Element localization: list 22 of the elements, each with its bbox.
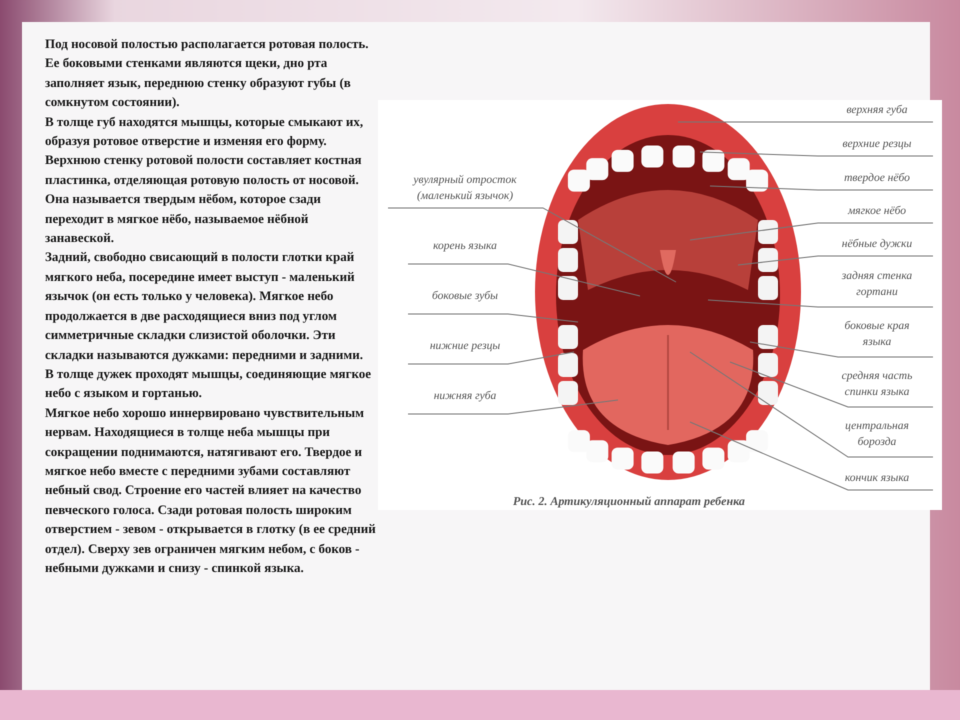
diagram-label: твердое нёбо	[843, 171, 911, 186]
body-paragraph: Под носовой полостью располагается ротовая полость. Ее боковыми стенками являются щеки, дно рта заполняет язык, переднюю стенку образуют губы (в сомкнутом состоянии).	[45, 35, 370, 112]
diagram-label: мягкое нёбо	[846, 204, 908, 219]
diagram-label: боковые края языка	[843, 319, 911, 350]
body-paragraph: Мягкое небо хорошо иннервировано чувствительным нервам. Находящиеся в толще неба мышцы при сокращении поднимаются, натягивают его. Твердое и мягкое небо вместе с передними зубами составляют небный свод. Строение его частей влияет на качество певческого голоса. Сзади ротовая полость широким отверстием - зевом - открывается в глотку (в ее средний отдел). Сверху зев ограничен мягким небом, с боков - небными дужками и снизу - спинкой языка.	[45, 404, 376, 577]
diagram-label: задняя стенка гортани	[840, 269, 914, 300]
diagram-label: верхние резцы	[842, 137, 912, 152]
body-paragraph: Верхнюю стенку ротовой полости составляет костная пластинка, отделяющая ротовую полость от носовой. Она называется твердым нёбом, которое сзади переходит в мягкое нёбо, называемое нёбной занавеской.	[45, 151, 363, 248]
diagram-label: боковые зубы	[431, 289, 499, 304]
diagram-label: кончик языка	[844, 471, 910, 486]
diagram-label: нижние резцы	[428, 339, 502, 354]
figure-caption: Рис. 2. Артикуляционный аппарат ребенка	[513, 493, 745, 510]
body-paragraph: В толще дужек проходят мышцы, соединяющие мягкое небо с языком и гортанью.	[45, 364, 372, 402]
diagram-label: центральная борозда	[844, 419, 910, 450]
diagram-label: средняя часть спинки языка	[840, 369, 914, 400]
diagram-label: нёбные дужки	[840, 237, 914, 252]
diagram-label: верхняя губа	[845, 103, 909, 118]
body-paragraph: В толще губ находятся мышцы, которые смыкают их, образуя ротовое отверстие и изменяя его форму.	[45, 112, 364, 150]
diagram-label: нижняя губа	[432, 389, 498, 404]
body-paragraph: Задний, свободно свисающий в полости глотки край мягкого неба, посередине имеет выступ - маленький язычок (он есть только у человека). Мягкое небо продолжается в две расходящиеся вниз под углом симметричные складки слизистой оболочки. Эти складки называются дужками: передними и задними.	[45, 248, 364, 364]
diagram-label: корень языка	[432, 239, 498, 254]
diagram-label: увулярный отросток (маленький язычок)	[412, 173, 518, 204]
